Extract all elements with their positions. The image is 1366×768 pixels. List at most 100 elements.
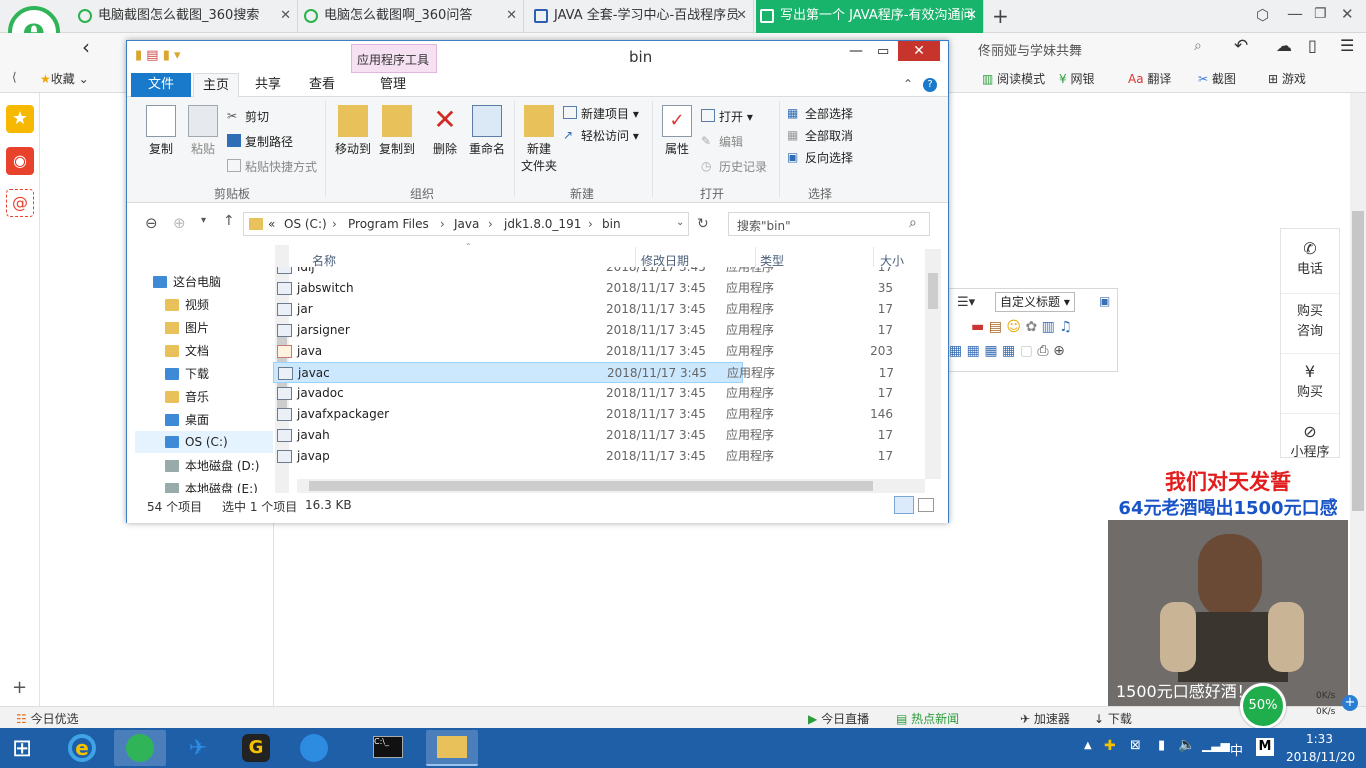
volume-icon[interactable]: 🔈 bbox=[1178, 737, 1195, 753]
clock-date[interactable]: 2018/11/20 bbox=[1286, 750, 1355, 764]
recent-locations-icon[interactable]: ▾ bbox=[201, 215, 206, 226]
favorites-button[interactable]: ★收藏 ⌄ bbox=[40, 70, 89, 87]
close-tab-icon[interactable]: ✕ bbox=[736, 0, 747, 31]
search-icon[interactable]: ⌕ bbox=[1194, 38, 1202, 54]
move-to-button[interactable]: 移动到 bbox=[331, 105, 375, 157]
select-all-button[interactable]: ▦ 全部选择 bbox=[787, 105, 853, 122]
back-icon[interactable]: ⊖ bbox=[145, 214, 158, 232]
browser-tab-active[interactable]: 写出第一个 JAVA程序-有效沟通问 ✕ bbox=[756, 0, 984, 33]
tab-view[interactable]: 查看 bbox=[297, 73, 347, 97]
cut-button[interactable]: ✂ 剪切 bbox=[227, 108, 269, 125]
signal-icon[interactable]: ▁▃▅ bbox=[1202, 738, 1230, 752]
add-icon[interactable]: + bbox=[12, 677, 27, 698]
download-link[interactable]: ↓ 下载 bbox=[1094, 710, 1132, 727]
close-tab-icon[interactable]: ✕ bbox=[280, 0, 291, 31]
collapse-ribbon-icon[interactable]: ⌃ bbox=[903, 77, 913, 91]
buy-item[interactable]: ¥ 购买 bbox=[1281, 353, 1339, 400]
history-button[interactable]: ◷ 历史记录 bbox=[701, 158, 767, 175]
cloud-icon[interactable]: ☁ bbox=[1276, 36, 1292, 55]
start-icon[interactable]: ⊞ bbox=[12, 734, 32, 762]
close-icon[interactable]: ✕ bbox=[898, 41, 940, 61]
menu-icon[interactable]: ☰ bbox=[1340, 36, 1354, 55]
breadcrumb-jdk[interactable]: jdk1.8.0_191 bbox=[504, 217, 581, 231]
ime-mode-icon[interactable]: M bbox=[1256, 738, 1274, 756]
tray-expand-icon[interactable]: ▲ bbox=[1084, 740, 1092, 751]
favorites-star-icon[interactable]: ★ bbox=[6, 105, 34, 133]
search-icon[interactable]: ⌕ bbox=[909, 215, 917, 231]
file-row[interactable]: jarsigner 2018/11/17 3:45 应用程序 17 bbox=[273, 320, 893, 341]
cmd-icon[interactable]: C:\_ bbox=[362, 730, 414, 766]
heading-select[interactable]: 自定义标题 ▾ bbox=[995, 292, 1075, 312]
new-folder-button[interactable]: 新建 文件夹 bbox=[519, 105, 559, 174]
skin-icon[interactable]: ⬡ bbox=[1256, 6, 1269, 24]
large-icons-view-icon[interactable] bbox=[918, 498, 934, 512]
copy-button[interactable]: 复制 bbox=[141, 105, 181, 157]
details-view-icon[interactable] bbox=[894, 496, 914, 514]
address-bar[interactable]: « OS (C:) › Program Files › Java › jdk1.… bbox=[243, 212, 689, 236]
speed-gauge[interactable]: 50% bbox=[1240, 683, 1286, 729]
live-link[interactable]: ▶ 今日直播 bbox=[808, 710, 869, 727]
breadcrumb-drive[interactable]: OS (C:) bbox=[284, 217, 327, 231]
new-item-button[interactable]: 新建项目 ▾ bbox=[563, 105, 639, 122]
consult-item[interactable]: 购买咨询 bbox=[1281, 293, 1339, 342]
edit-button[interactable]: ✎ 编辑 bbox=[701, 133, 743, 150]
file-row[interactable]: java 2018/11/17 3:45 应用程序 203 bbox=[273, 341, 893, 362]
advertisement[interactable]: 我们对天发誓 64元老酒喝出1500元口感 1500元口感好酒！ ⚙ ✕ bbox=[1108, 462, 1348, 706]
explorer-taskbar-icon[interactable] bbox=[426, 730, 478, 766]
close-icon[interactable]: ✕ bbox=[1341, 5, 1354, 23]
today-picks[interactable]: ☷ 今日优选 bbox=[16, 710, 79, 727]
search-box[interactable]: 搜索"bin" ⌕ bbox=[728, 212, 930, 236]
breadcrumb-bin[interactable]: bin bbox=[602, 217, 621, 231]
network-disabled-icon[interactable]: ⊠ bbox=[1130, 738, 1141, 753]
paste-shortcut-button[interactable]: 粘贴快捷方式 bbox=[227, 158, 317, 175]
plus-icon[interactable]: + bbox=[1342, 695, 1358, 711]
battery-icon[interactable]: ▮ bbox=[1158, 738, 1165, 753]
select-none-button[interactable]: ▦ 全部取消 bbox=[787, 127, 853, 144]
g-app-icon[interactable]: G bbox=[230, 730, 282, 766]
bookmark-screenshot[interactable]: ✂ 截图 bbox=[1198, 70, 1236, 87]
minimize-icon[interactable]: — bbox=[1287, 4, 1303, 23]
invert-selection-button[interactable]: ▣ 反向选择 bbox=[787, 149, 853, 166]
ie-icon[interactable]: e bbox=[56, 730, 108, 766]
paste-button[interactable]: 粘贴 bbox=[183, 105, 223, 157]
tray-app-icon[interactable]: ✚ bbox=[1104, 738, 1116, 754]
new-tab-button[interactable]: + bbox=[992, 4, 1009, 28]
file-row[interactable]: javah 2018/11/17 3:45 应用程序 17 bbox=[273, 425, 893, 446]
help-icon[interactable]: ? bbox=[923, 78, 937, 92]
breadcrumb-program-files[interactable]: Program Files bbox=[348, 217, 429, 231]
file-list-scrollbar[interactable] bbox=[925, 249, 941, 479]
address-dropdown-icon[interactable]: ⌄ bbox=[676, 217, 684, 228]
tab-manage[interactable]: 管理 bbox=[355, 73, 431, 97]
bookmark-bank[interactable]: ¥ 网银 bbox=[1059, 70, 1094, 87]
close-tab-icon[interactable]: ✕ bbox=[506, 0, 517, 31]
collapse-icon[interactable]: ⟨ bbox=[12, 70, 17, 84]
mail-icon[interactable]: @ bbox=[6, 189, 34, 217]
bookmark-translate[interactable]: Aa 翻译 bbox=[1128, 70, 1171, 87]
bird-app-icon[interactable]: ✈ bbox=[172, 730, 224, 766]
restore-icon[interactable]: ❐ bbox=[1314, 6, 1327, 22]
file-row-selected[interactable]: javac 2018/11/17 3:45 应用程序 17 bbox=[273, 362, 894, 383]
page-scrollbar[interactable] bbox=[1350, 93, 1366, 706]
quick-access-icons[interactable]: ▮ ▤ ▮ ▾ bbox=[135, 48, 181, 63]
file-row[interactable]: javadoc 2018/11/17 3:45 应用程序 17 bbox=[273, 383, 893, 404]
tab-file[interactable]: 文件 bbox=[131, 73, 191, 97]
file-row[interactable]: idlj 2018/11/17 3:45 应用程序 17 bbox=[273, 267, 893, 278]
up-icon[interactable]: ↑ bbox=[223, 213, 235, 229]
back-icon[interactable]: ‹ bbox=[82, 35, 90, 59]
undo-icon[interactable]: ↶ bbox=[1234, 36, 1248, 56]
table-icons[interactable]: ▦ ▦ ▦ ▦ ▢ ⎙ ⊕ bbox=[949, 343, 1065, 359]
close-tab-icon[interactable]: ✕ bbox=[966, 0, 977, 31]
breadcrumb-overflow[interactable]: « bbox=[268, 217, 275, 231]
browser-search-box[interactable]: 佟丽娅与学妹共舞 ⌕ bbox=[968, 37, 1218, 59]
miniapp-item[interactable]: ⊘ 小程序 bbox=[1281, 413, 1339, 460]
forward-icon[interactable]: ⊕ bbox=[173, 214, 186, 232]
messenger-icon[interactable] bbox=[288, 730, 340, 766]
ime-indicator[interactable]: 中 bbox=[1230, 740, 1243, 759]
copy-to-button[interactable]: 复制到 bbox=[375, 105, 419, 157]
media-icons[interactable]: ▬ ▤ ☺ ✿ ▥ ♫ bbox=[971, 319, 1072, 335]
horizontal-scrollbar[interactable] bbox=[297, 479, 925, 493]
tab-share[interactable]: 共享 bbox=[243, 73, 293, 97]
copy-path-button[interactable]: 复制路径 bbox=[227, 133, 293, 150]
open-button[interactable]: 打开 ▾ bbox=[701, 108, 753, 125]
search-input[interactable]: 佟丽娅与学妹共舞 bbox=[978, 40, 1082, 59]
